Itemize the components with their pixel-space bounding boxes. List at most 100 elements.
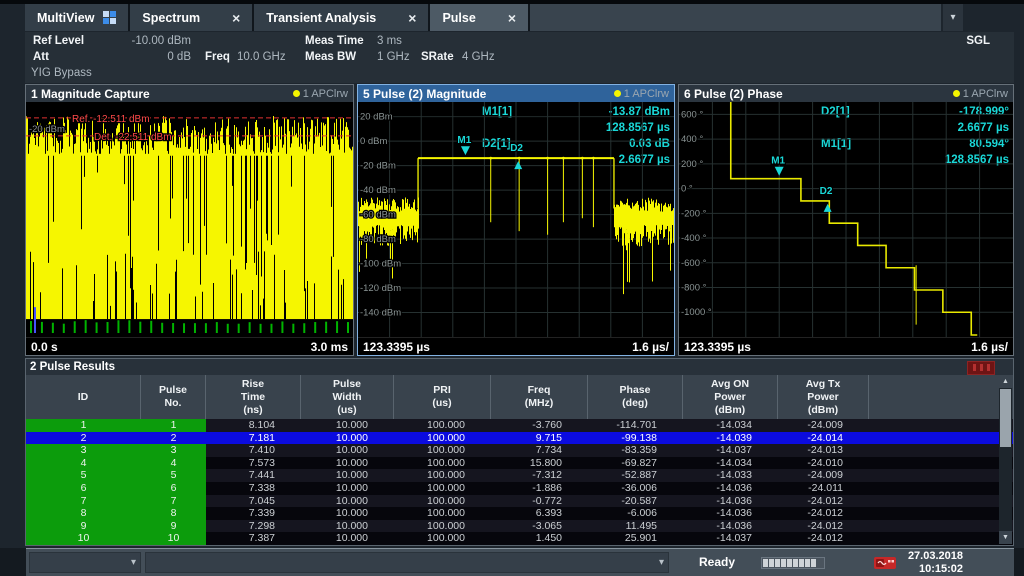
svg-text:-100 dBm: -100 dBm: [360, 259, 401, 270]
meas-time-label: Meas Time: [305, 35, 364, 47]
svg-text:600 °: 600 °: [681, 109, 703, 120]
cell: 10.000: [301, 419, 394, 432]
cell: 10.000: [301, 532, 394, 545]
cell: 6: [26, 482, 141, 495]
x-axis-start: 0.0 s: [31, 340, 58, 354]
pulse-results-title-bar[interactable]: 2 Pulse Results: [26, 359, 1013, 375]
tab-overflow-button[interactable]: ▾: [943, 4, 963, 31]
cell: 10.000: [301, 520, 394, 533]
table-row[interactable]: 337.41010.000100.0007.734-83.359-14.037-…: [26, 444, 1013, 457]
cell: 7.298: [206, 520, 301, 533]
pulse-magnitude-canvas: 20 dBm0 dBm-20 dBm-40 dBm-60 dBm-80 dBm-…: [358, 102, 674, 337]
cell: 10.000: [301, 507, 394, 520]
pulse-results-title: 2 Pulse Results: [30, 361, 115, 373]
srate-value[interactable]: 4 GHz: [462, 51, 495, 63]
magnitude-capture-plot[interactable]: Ref. -12.511 dBmDet. -22.511 dBm-20 dBm: [26, 102, 353, 337]
svg-text:0 °: 0 °: [681, 184, 693, 195]
cell: -0.772: [491, 495, 588, 508]
svg-text:-800 °: -800 °: [681, 283, 707, 294]
cell: 10.000: [301, 495, 394, 508]
cell: 4: [141, 457, 206, 470]
cell: 7.410: [206, 444, 301, 457]
column-header-pri: PRI (us): [394, 375, 491, 419]
trace-dot-icon: [953, 90, 960, 97]
cell: 100.000: [394, 507, 491, 520]
table-row[interactable]: 667.33810.000100.000-1.886-36.006-14.036…: [26, 482, 1013, 495]
cell: 100.000: [394, 482, 491, 495]
cell: 8: [26, 507, 141, 520]
cell: -14.036: [683, 495, 778, 508]
svg-text:-600 °: -600 °: [681, 258, 707, 269]
table-row[interactable]: 777.04510.000100.000-0.772-20.587-14.036…: [26, 495, 1013, 508]
cell: -7.312: [491, 469, 588, 482]
status-dropdown-left[interactable]: ▾: [29, 552, 141, 573]
cell-filler: [869, 419, 1013, 432]
scroll-up-icon[interactable]: ▲: [999, 375, 1012, 388]
pulse-magnitude-x-axis: 123.3395 µs 1.6 µs/: [358, 337, 674, 355]
cell: 100.000: [394, 532, 491, 545]
cell: 5: [26, 469, 141, 482]
table-scrollbar[interactable]: ▲ ▼: [999, 375, 1012, 544]
cell: -24.013: [778, 444, 869, 457]
window-title: 5 Pulse (2) Magnitude: [363, 87, 486, 101]
cell-filler: [869, 432, 1013, 445]
date-text: 27.03.2018: [908, 550, 963, 563]
cell: -14.039: [683, 432, 778, 445]
tab-close-icon[interactable]: ×: [232, 10, 240, 26]
pulse-magnitude-plot[interactable]: M1[1]-13.87 dBm128.8567 µsD2[1]0.03 dB2.…: [358, 102, 674, 337]
marker-d2-icon: [514, 161, 522, 169]
tab-spectrum[interactable]: Spectrum×: [130, 4, 254, 31]
table-row[interactable]: 997.29810.000100.000-3.06511.495-14.036-…: [26, 520, 1013, 533]
cell: -14.036: [683, 520, 778, 533]
cell: 10.000: [301, 432, 394, 445]
ref-level-value[interactable]: -10.00 dBm: [113, 35, 191, 47]
table-row[interactable]: 118.10410.000100.000-3.760-114.701-14.03…: [26, 419, 1013, 432]
cell: 1.450: [491, 532, 588, 545]
tab-close-icon[interactable]: ×: [408, 10, 416, 26]
cell: -24.012: [778, 507, 869, 520]
column-header-rise: Rise Time (ns): [206, 375, 301, 419]
pulse-phase-plot[interactable]: D2[1]-178.999°2.6677 µsM1[1]80.594°128.8…: [679, 102, 1013, 337]
window-header-pulse-magnitude[interactable]: 5 Pulse (2) Magnitude 1 APClrw: [358, 85, 674, 102]
cell: -14.037: [683, 532, 778, 545]
magnitude-capture-canvas: Ref. -12.511 dBmDet. -22.511 dBm-20 dBm: [26, 102, 353, 337]
column-header-avg-tx: Avg Tx Power (dBm): [778, 375, 869, 419]
table-row[interactable]: 887.33910.000100.0006.393-6.006-14.036-2…: [26, 507, 1013, 520]
tab-label: Pulse: [442, 11, 475, 25]
window-header-pulse-phase[interactable]: 6 Pulse (2) Phase 1 APClrw: [679, 85, 1013, 102]
cell-filler: [869, 532, 1013, 545]
att-value[interactable]: 0 dB: [113, 51, 191, 63]
trace-dot-icon: [614, 90, 621, 97]
table-row[interactable]: 10107.38710.000100.0001.45025.901-14.037…: [26, 532, 1013, 545]
window-title: 6 Pulse (2) Phase: [684, 87, 783, 101]
table-row[interactable]: 447.57310.000100.00015.800-69.827-14.034…: [26, 457, 1013, 470]
status-bar-inner: ▾ ▾ Ready 27.03.2018 10:15:02: [26, 548, 1014, 576]
scroll-down-icon[interactable]: ▼: [999, 531, 1012, 544]
cell: -24.012: [778, 532, 869, 545]
status-message-dropdown[interactable]: ▾: [145, 552, 669, 573]
column-header-id: ID: [26, 375, 141, 419]
tab-multiview[interactable]: MultiView: [25, 4, 130, 31]
cell: -14.037: [683, 444, 778, 457]
cell: 100.000: [394, 432, 491, 445]
tab-label: MultiView: [37, 11, 94, 25]
chevron-down-icon: ▾: [659, 556, 664, 569]
tab-close-icon[interactable]: ×: [508, 10, 516, 26]
svg-text:Det. -22.511 dBm: Det. -22.511 dBm: [94, 132, 172, 143]
table-row[interactable]: 557.44110.000100.000-7.312-52.887-14.033…: [26, 469, 1013, 482]
freq-value[interactable]: 10.0 GHz: [237, 51, 286, 63]
meas-time-value[interactable]: 3 ms: [377, 35, 402, 47]
meas-bw-value[interactable]: 1 GHz: [377, 51, 410, 63]
cell: -24.012: [778, 495, 869, 508]
cell: 10: [26, 532, 141, 545]
column-header-freq: Freq (MHz): [491, 375, 588, 419]
table-row[interactable]: 227.18110.000100.0009.715-99.138-14.039-…: [26, 432, 1013, 445]
tab-pulse[interactable]: Pulse ×: [430, 4, 530, 31]
scrollbar-thumb[interactable]: [1000, 389, 1011, 447]
trace-info: 1 APClrw: [953, 88, 1008, 100]
cell: 7.441: [206, 469, 301, 482]
cell: 3: [26, 444, 141, 457]
window-header-magnitude-capture[interactable]: 1 Magnitude Capture 1 APClrw: [26, 85, 353, 102]
tab-transient-analysis[interactable]: Transient Analysis×: [254, 4, 430, 31]
table-status-icon: [967, 361, 995, 375]
